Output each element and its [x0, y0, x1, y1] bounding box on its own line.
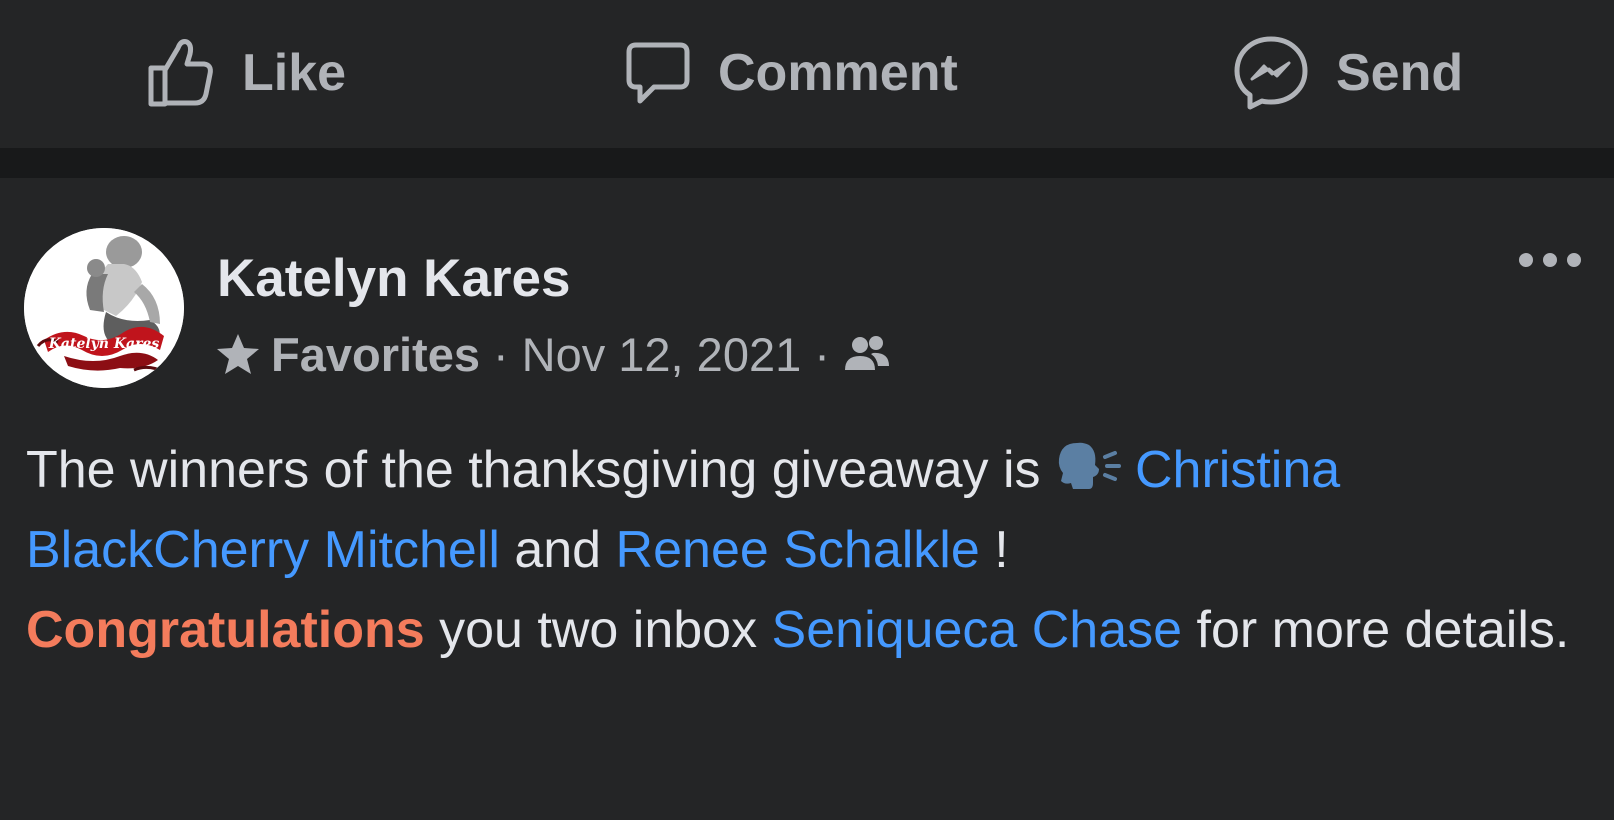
mention-seniqueca[interactable]: Seniqueca Chase — [772, 601, 1183, 659]
more-horizontal-icon — [1519, 253, 1581, 267]
post-meta: Favorites · Nov 12, 2021 · — [215, 324, 891, 384]
author-name[interactable]: Katelyn Kares — [217, 248, 571, 309]
star-icon — [217, 334, 259, 374]
more-options-button[interactable] — [1510, 240, 1590, 280]
post-date[interactable]: Nov 12, 2021 — [522, 327, 802, 382]
avatar[interactable]: Katelyn Kares — [24, 228, 184, 388]
avatar-logo-text: Katelyn Kares — [48, 336, 160, 352]
post-card: Katelyn Kares Katelyn Kares Favorites · … — [0, 178, 1614, 820]
comment-bubble-icon — [626, 42, 690, 104]
messenger-icon — [1234, 36, 1308, 110]
comment-label: Comment — [718, 44, 958, 102]
speaking-head-emoji-icon — [1058, 442, 1121, 489]
post-text-intro: The winners of the thanksgiving giveaway… — [26, 441, 1055, 499]
post-text-middle: you two inbox — [424, 601, 772, 659]
favorites-label[interactable]: Favorites — [271, 327, 480, 382]
feed-separator — [0, 148, 1614, 178]
thumbs-up-icon — [148, 39, 213, 107]
comment-button[interactable]: Comment — [624, 28, 958, 118]
friends-icon — [844, 336, 889, 370]
congratulations-highlight[interactable]: Congratulations — [26, 601, 425, 659]
send-label: Send — [1336, 44, 1464, 102]
avatar-image: Katelyn Kares — [24, 228, 184, 388]
post-action-bar: Like Comment Send — [0, 0, 1614, 148]
post-text-and: and — [499, 521, 616, 579]
mention-renee[interactable]: Renee Schalkle — [616, 521, 980, 579]
send-button[interactable]: Send — [1232, 28, 1463, 118]
meta-separator: · — [814, 327, 830, 381]
like-button[interactable]: Like — [146, 28, 346, 118]
meta-separator: · — [492, 327, 509, 381]
post-body: The winners of the thanksgiving giveaway… — [26, 430, 1601, 670]
post-text-exclaim: ! — [979, 521, 1009, 579]
like-label: Like — [242, 44, 347, 102]
post-text-end: for more details. — [1182, 601, 1570, 659]
